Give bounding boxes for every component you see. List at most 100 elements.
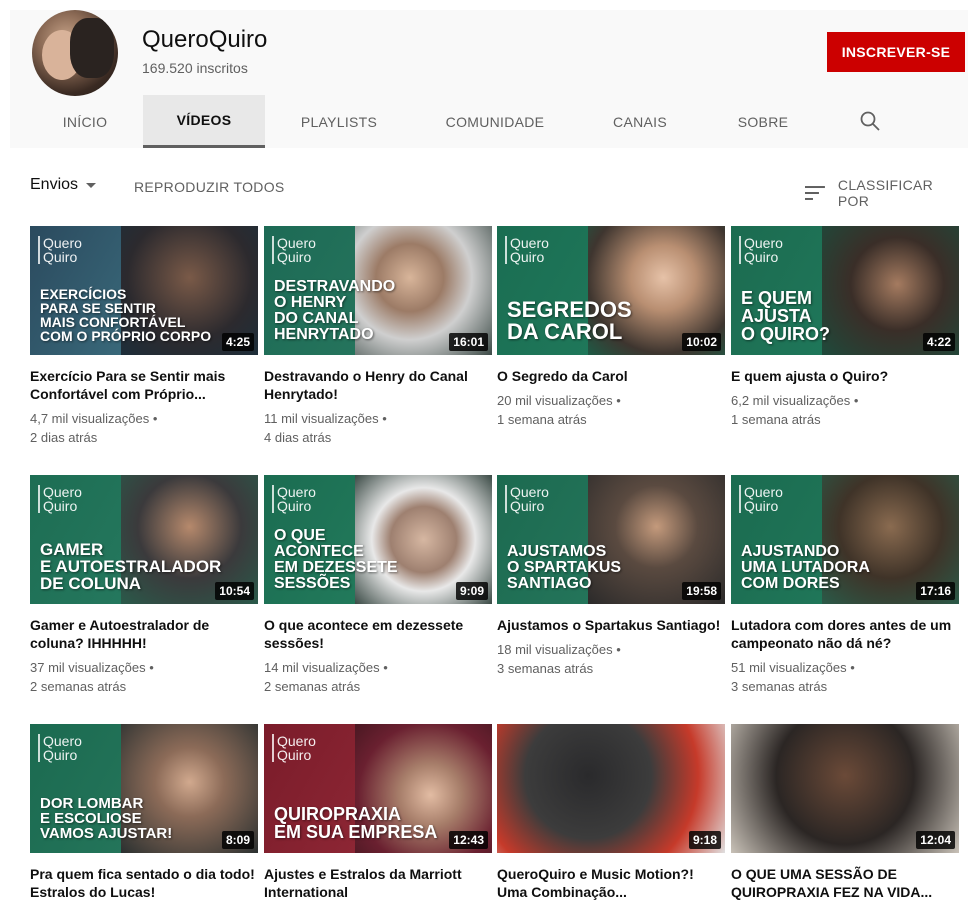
video-duration: 8:09 <box>221 831 254 849</box>
thumbnail-logo: Quero Quiro <box>505 236 549 264</box>
thumbnail-logo: Quero Quiro <box>272 734 316 762</box>
video-duration: 19:58 <box>682 582 721 600</box>
video-thumbnail[interactable]: Quero Quiro DOR LOMBAR E ESCOLIOSE VAMOS … <box>30 724 258 853</box>
thumbnail-logo: Quero Quiro <box>38 485 82 513</box>
channel-avatar[interactable] <box>32 10 118 96</box>
video-metadata: 51 mil visualizações • 3 semanas atrás <box>731 658 959 696</box>
video-metadata: 20 mil visualizações • 1 semana atrás <box>497 391 725 429</box>
thumbnail-headline: SEGREDOS DA CAROL <box>507 297 632 344</box>
video-thumbnail[interactable]: 12:04 <box>731 724 959 853</box>
video-title[interactable]: O QUE UMA SESSÃO DE QUIROPRAXIA FEZ NA V… <box>731 865 959 901</box>
video-views: 18 mil visualizações • <box>497 642 621 657</box>
thumbnail-headline: AJUSTAMOS O SPARTAKUS SANTIAGO <box>507 543 622 592</box>
video-metadata: 14 mil visualizações • 2 semanas atrás <box>264 658 492 696</box>
thumbnail-headline: GAMER E AUTOESTRALADOR DE COLUNA <box>40 540 222 593</box>
video-duration: 10:02 <box>682 333 721 351</box>
subscriber-count: 169.520 inscritos <box>142 60 248 76</box>
thumbnail-logo: Quero Quiro <box>272 236 316 264</box>
video-title[interactable]: O que acontece em dezessete sessões! <box>264 616 492 652</box>
video-age: 2 semanas atrás <box>30 679 127 694</box>
tab-sobre[interactable]: SOBRE <box>716 95 810 148</box>
thumbnail-logo: Quero Quiro <box>505 485 549 513</box>
video-thumbnail[interactable]: Quero Quiro E QUEM AJUSTA O QUIRO? 4:22 <box>731 226 959 355</box>
tab-playlists[interactable]: PLAYLISTS <box>280 95 398 148</box>
sort-select[interactable]: Envios <box>30 176 97 194</box>
video-age: 3 semanas atrás <box>497 661 594 676</box>
video-thumbnail[interactable]: Quero Quiro SEGREDOS DA CAROL 10:02 <box>497 226 725 355</box>
video-card[interactable]: Quero Quiro E QUEM AJUSTA O QUIRO? 4:22 E q… <box>731 226 959 429</box>
video-views: 11 mil visualizações • <box>264 411 387 426</box>
tab-videos[interactable]: VÍDEOS <box>143 95 265 148</box>
channel-tabs: INÍCIO VÍDEOS PLAYLISTS COMUNIDADE CANAI… <box>10 95 968 148</box>
video-card[interactable]: Quero Quiro AJUSTANDO UMA LUTADORA COM DO… <box>731 475 959 696</box>
video-card[interactable]: Quero Quiro EXERCÍCIOS PARA SE SENTIR MAI… <box>30 226 258 447</box>
video-duration: 16:01 <box>449 333 488 351</box>
channel-name[interactable]: QueroQuiro <box>142 26 267 54</box>
video-title[interactable]: Ajustamos o Spartakus Santiago! <box>497 616 725 634</box>
thumbnail-logo: Quero Quiro <box>38 236 82 264</box>
video-title[interactable]: QueroQuiro e Music Motion?! Uma Combinaç… <box>497 865 725 901</box>
video-title[interactable]: O Segredo da Carol <box>497 367 725 385</box>
thumbnail-headline: DESTRAVANDO O HENRY DO CANAL HENRYTADO <box>274 278 396 343</box>
video-metadata: 11 mil visualizações • 4 dias atrás <box>264 409 492 447</box>
video-age: 1 semana atrás <box>497 412 587 427</box>
video-thumbnail[interactable]: Quero Quiro O QUE ACONTECE EM DEZESSETE S… <box>264 475 492 604</box>
thumbnail-headline: QUIROPRAXIA EM SUA EMPRESA <box>274 804 438 842</box>
video-duration: 9:09 <box>455 582 488 600</box>
video-age: 3 semanas atrás <box>731 679 828 694</box>
video-thumbnail[interactable]: Quero Quiro GAMER E AUTOESTRALADOR DE COL… <box>30 475 258 604</box>
thumbnail-headline: EXERCÍCIOS PARA SE SENTIR MAIS CONFORTÁV… <box>40 286 212 344</box>
sort-select-value: Envios <box>30 176 79 193</box>
tab-comunidade[interactable]: COMUNIDADE <box>430 95 560 148</box>
thumbnail-logo: Quero Quiro <box>272 485 316 513</box>
tab-inicio[interactable]: INÍCIO <box>30 95 140 148</box>
video-duration: 12:04 <box>916 831 955 849</box>
play-all-button[interactable]: REPRODUZIR TODOS <box>134 179 285 195</box>
video-age: 2 dias atrás <box>30 430 98 445</box>
video-card[interactable]: Quero Quiro GAMER E AUTOESTRALADOR DE COL… <box>30 475 258 696</box>
video-card[interactable]: 12:04 O QUE UMA SESSÃO DE QUIROPRAXIA FEZ… <box>731 724 959 901</box>
video-title[interactable]: Lutadora com dores antes de um campeonat… <box>731 616 959 652</box>
video-title[interactable]: Ajustes e Estralos da Marriott Internati… <box>264 865 492 901</box>
video-duration: 4:22 <box>922 333 955 351</box>
video-duration: 17:16 <box>916 582 955 600</box>
thumbnail-headline: DOR LOMBAR E ESCOLIOSE VAMOS AJUSTAR! <box>40 795 173 842</box>
video-duration: 4:25 <box>221 333 254 351</box>
channel-header: QueroQuiro 169.520 inscritos INSCREVER-S… <box>10 10 968 148</box>
video-views: 20 mil visualizações • <box>497 393 621 408</box>
video-title[interactable]: Gamer e Autoestralador de coluna? IHHHHH… <box>30 616 258 652</box>
video-card[interactable]: 9:18 QueroQuiro e Music Motion?! Uma Comb… <box>497 724 725 901</box>
video-title[interactable]: Pra quem fica sentado o dia todo! Estral… <box>30 865 258 901</box>
video-card[interactable]: Quero Quiro QUIROPRAXIA EM SUA EMPRESA 12:… <box>264 724 492 901</box>
video-age: 1 semana atrás <box>731 412 821 427</box>
video-age: 4 dias atrás <box>264 430 332 445</box>
video-thumbnail[interactable]: Quero Quiro DESTRAVANDO O HENRY DO CANAL … <box>264 226 492 355</box>
video-card[interactable]: Quero Quiro DESTRAVANDO O HENRY DO CANAL … <box>264 226 492 447</box>
video-duration: 12:43 <box>449 831 488 849</box>
video-title[interactable]: Exercício Para se Sentir mais Confortáve… <box>30 367 258 403</box>
video-title[interactable]: E quem ajusta o Quiro? <box>731 367 959 385</box>
video-views: 4,7 mil visualizações • <box>30 411 158 426</box>
sort-by-label: CLASSIFICAR POR <box>837 177 934 209</box>
search-icon[interactable] <box>858 109 882 133</box>
video-metadata: 37 mil visualizações • 2 semanas atrás <box>30 658 258 696</box>
subscribe-button[interactable]: INSCREVER-SE <box>827 32 965 72</box>
video-card[interactable]: Quero Quiro AJUSTAMOS O SPARTAKUS SANTIAG… <box>497 475 725 678</box>
video-card[interactable]: Quero Quiro O QUE ACONTECE EM DEZESSETE S… <box>264 475 492 696</box>
video-title[interactable]: Destravando o Henry do Canal Henrytado! <box>264 367 492 403</box>
video-views: 51 mil visualizações • <box>731 660 855 675</box>
video-age: 2 semanas atrás <box>264 679 361 694</box>
sort-by-button[interactable]: CLASSIFICAR POR <box>804 177 968 209</box>
thumbnail-logo: Quero Quiro <box>739 236 783 264</box>
tab-canais[interactable]: CANAIS <box>590 95 690 148</box>
video-thumbnail[interactable]: Quero Quiro AJUSTANDO UMA LUTADORA COM DO… <box>731 475 959 604</box>
video-card[interactable]: Quero Quiro SEGREDOS DA CAROL 10:02 O Segre… <box>497 226 725 429</box>
video-thumbnail[interactable]: Quero Quiro EXERCÍCIOS PARA SE SENTIR MAI… <box>30 226 258 355</box>
video-thumbnail[interactable]: Quero Quiro AJUSTAMOS O SPARTAKUS SANTIAG… <box>497 475 725 604</box>
sort-icon <box>804 186 825 200</box>
thumbnail-logo: Quero Quiro <box>739 485 783 513</box>
video-thumbnail[interactable]: 9:18 <box>497 724 725 853</box>
video-card[interactable]: Quero Quiro DOR LOMBAR E ESCOLIOSE VAMOS … <box>30 724 258 901</box>
video-thumbnail[interactable]: Quero Quiro QUIROPRAXIA EM SUA EMPRESA 12:… <box>264 724 492 853</box>
chevron-down-icon <box>86 182 97 188</box>
